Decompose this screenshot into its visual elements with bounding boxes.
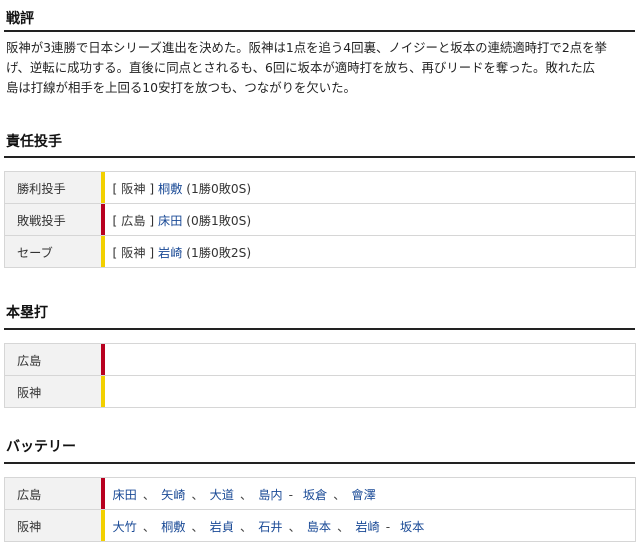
summary-line: げ、逆転に成功する。直後に同点とされるも、6回に坂本が適時打を放ち、再びリードを… (6, 60, 596, 75)
player-link[interactable]: 床田 (158, 214, 182, 228)
summary-title: 戦評 (6, 11, 34, 27)
player-link[interactable]: 桐敷 (161, 520, 185, 534)
homeruns-divider (4, 328, 639, 330)
battery-divider (4, 462, 639, 464)
row-label: 阪神 (4, 375, 101, 408)
row-label: 広島 (4, 343, 101, 376)
player-link[interactable]: 島内 (258, 488, 282, 502)
player-link[interactable]: 岩崎 (158, 246, 182, 260)
table-row: 勝利投手 [ 阪神 ] 桐敷 (1勝0敗0S) (4, 171, 636, 204)
homeruns-title: 本塁打 (6, 305, 48, 321)
summary-divider (4, 30, 639, 32)
pitchers-divider (4, 156, 639, 158)
player-link[interactable]: 會澤 (351, 488, 375, 502)
pitchers-title: 責任投手 (6, 134, 62, 150)
summary-line: 阪神が3連勝で日本シリーズ進出を決めた。阪神は1点を追う4回裏、ノイジーと坂本の… (6, 40, 607, 55)
battery-cell: 大竹、桐敷、岩貞、石井、島本、岩崎 - 坂本 (104, 509, 636, 542)
row-label: 阪神 (4, 509, 101, 542)
table-row: 阪神 (4, 375, 636, 408)
player-link[interactable]: 大道 (210, 488, 234, 502)
table-row: 阪神 大竹、桐敷、岩貞、石井、島本、岩崎 - 坂本 (4, 509, 636, 542)
table-row: 広島 (4, 343, 636, 376)
player-link[interactable]: 坂本 (400, 520, 424, 534)
team-name: 阪神 (121, 181, 146, 196)
pitcher-cell: [ 広島 ] 床田 (0勝1敗0S) (104, 203, 636, 236)
player-link[interactable]: 島本 (307, 520, 331, 534)
battery-table: 広島 床田、矢崎、大道、島内 - 坂倉、會澤 阪神 大竹、桐敷、岩貞、石井、島本、… (4, 477, 636, 542)
table-row: 敗戦投手 [ 広島 ] 床田 (0勝1敗0S) (4, 203, 636, 236)
pitcher-cell: [ 阪神 ] 岩崎 (1勝0敗2S) (104, 235, 636, 268)
table-row: セーブ [ 阪神 ] 岩崎 (1勝0敗2S) (4, 235, 636, 268)
player-link[interactable]: 桐敷 (158, 182, 182, 196)
summary-line: 島は打線が相手を上回る10安打を放つも、つながりを欠いた。 (6, 80, 356, 95)
pitcher-record: (1勝0敗0S) (186, 181, 252, 196)
pitcher-record: (0勝1敗0S) (186, 213, 252, 228)
row-label: 敗戦投手 (4, 203, 101, 236)
table-row: 広島 床田、矢崎、大道、島内 - 坂倉、會澤 (4, 477, 636, 510)
player-link[interactable]: 岩貞 (210, 520, 234, 534)
pitchers-table: 勝利投手 [ 阪神 ] 桐敷 (1勝0敗0S) 敗戦投手 [ 広島 ] 床田 (… (4, 171, 636, 268)
battery-cell: 床田、矢崎、大道、島内 - 坂倉、會澤 (104, 477, 636, 510)
player-link[interactable]: 石井 (258, 520, 282, 534)
homeruns-table: 広島 阪神 (4, 343, 636, 408)
battery-title: バッテリー (6, 439, 76, 455)
game-summary: 阪神が3連勝で日本シリーズ進出を決めた。阪神は1点を追う4回裏、ノイジーと坂本の… (6, 38, 634, 98)
player-link[interactable]: 矢崎 (161, 488, 185, 502)
team-name: 広島 (121, 213, 146, 228)
homerun-cell (104, 375, 636, 408)
player-link[interactable]: 岩崎 (355, 520, 379, 534)
homerun-cell (104, 343, 636, 376)
team-name: 阪神 (121, 245, 146, 260)
row-label: 勝利投手 (4, 171, 101, 204)
pitcher-record: (1勝0敗2S) (186, 245, 252, 260)
row-label: 広島 (4, 477, 101, 510)
player-link[interactable]: 坂倉 (303, 488, 327, 502)
pitcher-cell: [ 阪神 ] 桐敷 (1勝0敗0S) (104, 171, 636, 204)
row-label: セーブ (4, 235, 101, 268)
player-link[interactable]: 大竹 (113, 520, 137, 534)
player-link[interactable]: 床田 (113, 488, 137, 502)
